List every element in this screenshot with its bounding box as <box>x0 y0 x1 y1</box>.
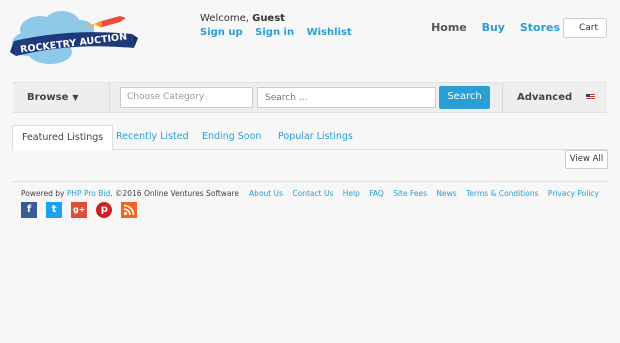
advanced-search-link[interactable]: Advanced <box>517 92 572 103</box>
category-select[interactable]: Choose Category <box>120 87 253 108</box>
footer-link-contact[interactable]: Contact Us <box>292 189 333 198</box>
powered-by: Powered by PHP Pro Bid. ©2016 Online Ven… <box>21 189 239 198</box>
footer-link-help[interactable]: Help <box>343 189 360 198</box>
rocket-logo-icon: ROCKETRY AUCTION <box>10 11 138 64</box>
nav-buy[interactable]: Buy <box>482 21 505 34</box>
browse-label: Browse <box>27 92 69 103</box>
footer-link-news[interactable]: News <box>436 189 456 198</box>
welcome-user: Guest <box>252 13 285 24</box>
tab-recently-listed[interactable]: Recently Listed <box>116 125 189 150</box>
tab-popular-listings[interactable]: Popular Listings <box>278 125 353 150</box>
listing-tabs: Featured Listings Recently Listed Ending… <box>12 125 608 150</box>
welcome-text: Welcome, Guest <box>200 13 285 24</box>
php-pro-bid-link[interactable]: PHP Pro Bid <box>67 189 110 198</box>
facebook-icon[interactable]: f <box>21 202 37 218</box>
tab-ending-soon[interactable]: Ending Soon <box>202 125 261 150</box>
search-button[interactable]: Search <box>439 86 490 109</box>
view-all-button[interactable]: View All <box>565 150 608 169</box>
divider <box>109 83 110 112</box>
caret-down-icon: ▼ <box>72 93 79 102</box>
footer-divider <box>12 181 608 182</box>
tab-featured-listings[interactable]: Featured Listings <box>12 125 114 150</box>
welcome-prefix: Welcome, <box>200 13 249 24</box>
twitter-icon[interactable]: t <box>46 202 63 218</box>
social-icons: f t g+ p <box>21 202 141 218</box>
nav-stores[interactable]: Stores <box>520 21 560 34</box>
wishlist-link[interactable]: Wishlist <box>307 27 352 38</box>
footer-link-terms[interactable]: Terms & Conditions <box>466 189 538 198</box>
browse-dropdown[interactable]: Browse ▼ <box>27 92 79 103</box>
copyright-text: . ©2016 Online Ventures Software <box>110 189 240 198</box>
cart-button[interactable]: Cart <box>563 18 607 38</box>
top-nav: Home Buy Stores <box>420 21 560 34</box>
rss-icon[interactable] <box>121 202 138 218</box>
signup-link[interactable]: Sign up <box>200 27 243 38</box>
footer-links: About Us Contact Us Help FAQ Site Fees N… <box>242 189 599 198</box>
footer-link-privacy[interactable]: Privacy Policy <box>548 189 599 198</box>
divider <box>502 83 503 112</box>
nav-home[interactable]: Home <box>431 21 467 34</box>
site-logo[interactable]: ROCKETRY AUCTION <box>10 8 138 70</box>
search-input[interactable] <box>257 87 436 108</box>
user-links: Sign up Sign in Wishlist <box>200 27 361 38</box>
powered-prefix: Powered by <box>21 189 65 198</box>
cart-label: Cart <box>578 23 598 33</box>
footer-link-faq[interactable]: FAQ <box>369 189 384 198</box>
us-flag-icon[interactable] <box>586 94 595 100</box>
footer-link-site-fees[interactable]: Site Fees <box>393 189 427 198</box>
pinterest-icon[interactable]: p <box>96 202 113 218</box>
search-bar: Browse▼ Choose Category Search Advanced <box>13 82 607 113</box>
signin-link[interactable]: Sign in <box>255 27 294 38</box>
footer-link-about[interactable]: About Us <box>249 189 283 198</box>
google-plus-icon[interactable]: g+ <box>71 202 88 218</box>
